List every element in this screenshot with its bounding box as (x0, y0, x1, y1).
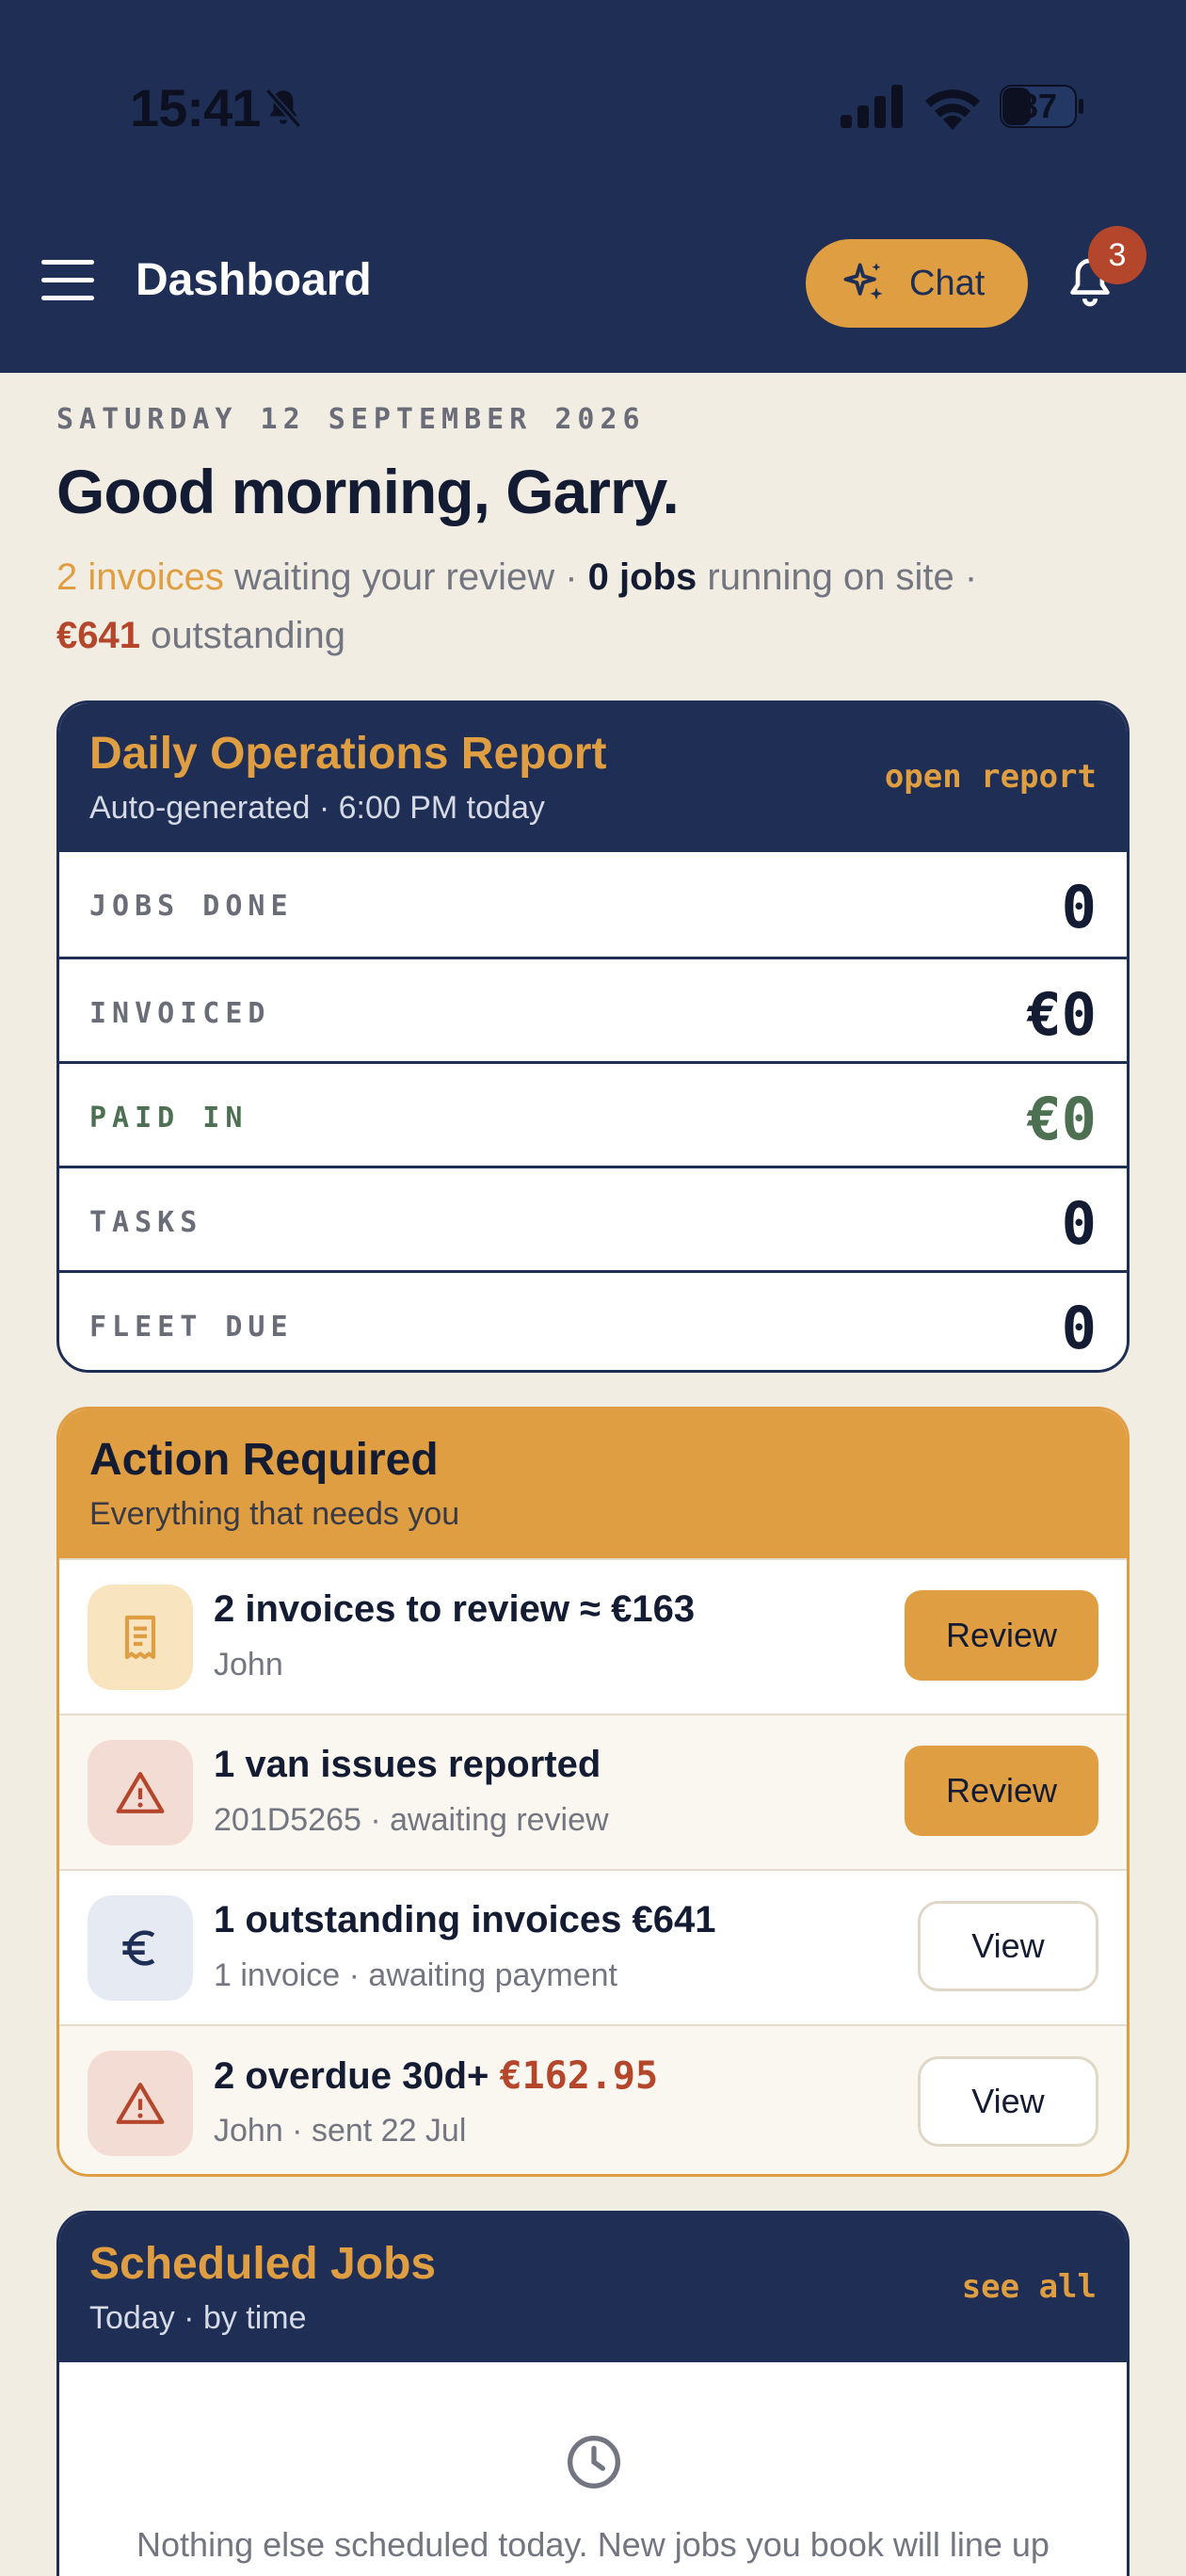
summary-invoices-text: waiting your review · (223, 556, 588, 598)
greeting-heading: Good morning, Garry. (56, 457, 680, 526)
clock-icon (568, 2436, 620, 2488)
action-item-title: 2 invoices to review ≈ €163 (214, 1588, 696, 1630)
view-overdue-button[interactable]: View (918, 2056, 1098, 2147)
warning-icon-tile (88, 2051, 193, 2156)
hamburger-icon-line (41, 278, 94, 282)
report-header: Daily Operations Report Auto-generated ·… (59, 703, 1127, 852)
battery-level: 37 (1018, 87, 1058, 125)
summary-jobs: 0 jobs (587, 556, 697, 598)
action-item-title: 1 van issues reported (214, 1744, 601, 1785)
scheduled-jobs-card: Scheduled Jobs Today · by time see all N… (56, 2211, 1130, 2576)
action-required-card: Action Required Everything that needs yo… (56, 1407, 1130, 2177)
daily-operations-report-card: Daily Operations Report Auto-generated ·… (56, 700, 1130, 1373)
report-rows: JOBS DONE 0 INVOICED €0 PAID IN €0 TASKS… (59, 852, 1127, 1370)
action-item-subtitle: 201D5265 · awaiting review (214, 1802, 609, 1838)
action-required-header: Action Required Everything that needs yo… (59, 1409, 1127, 1558)
report-row-label: TASKS (89, 1206, 203, 1239)
summary-invoices[interactable]: 2 invoices (56, 556, 224, 598)
action-item-overdue[interactable]: 2 overdue 30d+ €162.95 John · sent 22 Ju… (59, 2024, 1127, 2174)
report-row-label: INVOICED (89, 997, 271, 1030)
menu-button[interactable] (41, 260, 94, 301)
action-required-title: Action Required (89, 1435, 439, 1485)
warning-icon (116, 1772, 165, 1813)
sparkle-icon (843, 263, 883, 300)
summary-outstanding: €641 (56, 615, 140, 656)
report-row-invoiced: INVOICED €0 (59, 957, 1127, 1061)
chat-button[interactable]: Chat (806, 239, 1028, 328)
top-app-bar: 15:41 37 Dashboard Chat 3 (0, 0, 1186, 373)
signal-icon (841, 85, 903, 128)
view-outstanding-button[interactable]: View (918, 1901, 1098, 1991)
review-van-issues-button[interactable]: Review (905, 1746, 1098, 1836)
scheduled-jobs-header: Scheduled Jobs Today · by time see all (59, 2214, 1127, 2362)
action-required-subtitle: Everything that needs you (89, 1496, 460, 1532)
silent-bell-icon (264, 88, 302, 129)
action-item-outstanding-invoices[interactable]: 1 outstanding invoices €641 1 invoice · … (59, 1869, 1127, 2024)
report-title: Daily Operations Report (89, 729, 607, 779)
hamburger-icon-line (41, 260, 94, 265)
scheduled-jobs-title: Scheduled Jobs (89, 2239, 437, 2289)
notification-badge: 3 (1088, 226, 1146, 284)
report-row-value: 0 (1061, 1189, 1097, 1258)
receipt-icon-tile (88, 1585, 193, 1690)
report-row-tasks: TASKS 0 (59, 1166, 1127, 1270)
overdue-amount: €162.95 (499, 2054, 659, 2098)
review-invoices-button[interactable]: Review (905, 1590, 1098, 1681)
action-item-title: 2 overdue 30d+ €162.95 (214, 2054, 658, 2098)
scheduled-jobs-subtitle: Today · by time (89, 2300, 307, 2336)
summary-outstanding-text: outstanding (139, 615, 345, 656)
see-all-link[interactable]: see all (962, 2268, 1097, 2306)
overdue-title-text: 2 overdue 30d+ (214, 2055, 500, 2097)
empty-state-message: Nothing else scheduled today. New jobs y… (136, 2525, 1050, 2576)
warning-icon (116, 2083, 165, 2124)
action-item-invoices-review[interactable]: 2 invoices to review ≈ €163 John Review (59, 1558, 1127, 1714)
report-row-label: JOBS DONE (89, 890, 294, 923)
report-row-value: 0 (1061, 1294, 1097, 1362)
status-time: 15:41 (130, 78, 261, 137)
euro-icon (122, 1930, 155, 1966)
report-subtitle: Auto-generated · 6:00 PM today (89, 790, 545, 826)
status-bar: 15:41 37 (0, 0, 1186, 217)
daily-summary: 2 invoices waiting your review · 0 jobs … (56, 548, 1139, 665)
action-item-subtitle: John (214, 1647, 283, 1682)
scheduled-jobs-empty-state: Nothing else scheduled today. New jobs y… (59, 2362, 1127, 2576)
action-item-title: 1 outstanding invoices €641 (214, 1899, 716, 1940)
hamburger-icon-line (41, 296, 94, 300)
wifi-icon (925, 89, 980, 130)
current-date: SATURDAY 12 SEPTEMBER 2026 (56, 403, 646, 436)
report-row-label: PAID IN (89, 1102, 248, 1135)
euro-icon-tile (88, 1895, 193, 2001)
warning-icon-tile (88, 1740, 193, 1845)
report-row-paid-in: PAID IN €0 (59, 1061, 1127, 1166)
action-item-subtitle: 1 invoice · awaiting payment (214, 1957, 618, 1993)
report-row-fleet-due: FLEET DUE 0 (59, 1270, 1127, 1370)
action-item-van-issues[interactable]: 1 van issues reported 201D5265 · awaitin… (59, 1714, 1127, 1869)
chat-label: Chat (909, 263, 986, 303)
report-row-value: €0 (1026, 980, 1097, 1049)
report-row-value: 0 (1061, 873, 1097, 942)
report-row-label: FLEET DUE (89, 1311, 294, 1344)
report-row-jobs-done: JOBS DONE 0 (59, 852, 1127, 957)
summary-jobs-text: running on site · (697, 556, 978, 598)
action-item-subtitle: John · sent 22 Jul (214, 2113, 467, 2149)
open-report-link[interactable]: open report (885, 758, 1097, 796)
page-title: Dashboard (136, 255, 372, 305)
receipt-icon (124, 1615, 156, 1660)
report-row-value: €0 (1026, 1085, 1097, 1153)
